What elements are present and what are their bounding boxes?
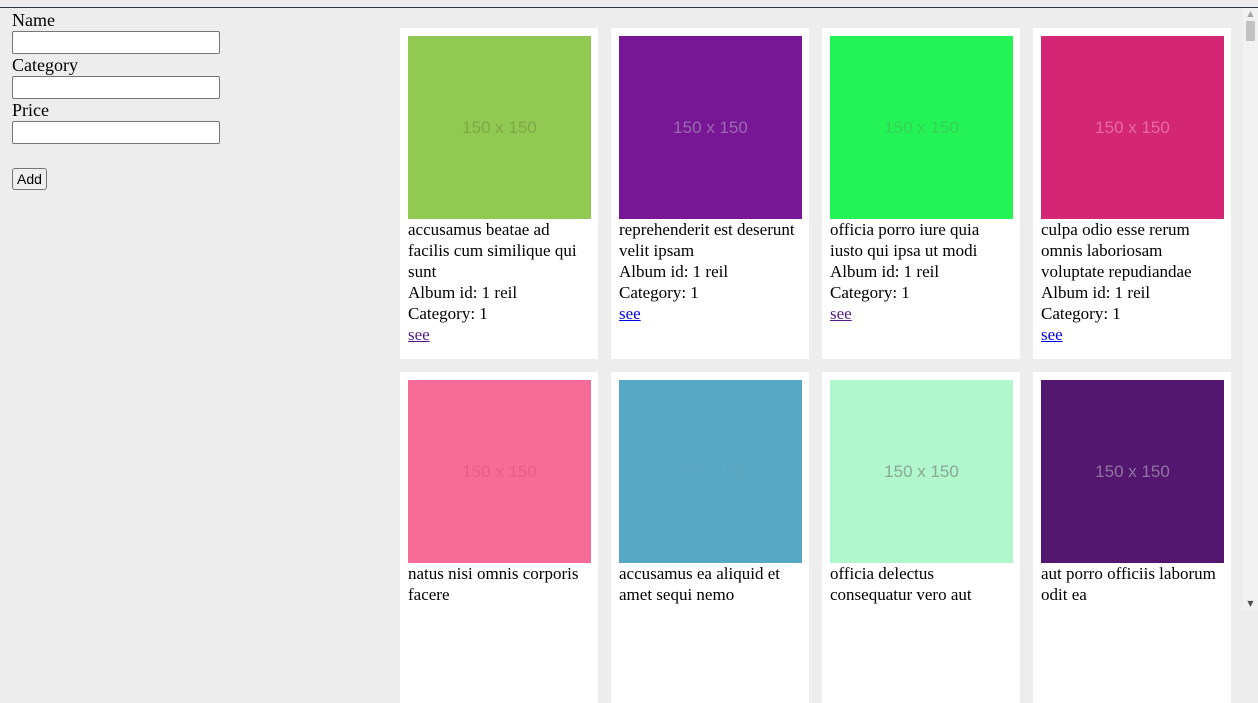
thumbnail-size-label: 150 x 150 <box>884 117 959 137</box>
photo-thumbnail: 150 x 150 <box>619 36 802 219</box>
photo-card: 150 x 150 reprehenderit est deserunt vel… <box>611 28 809 359</box>
photo-title: aut porro officiis laborum odit ea <box>1041 564 1216 604</box>
photo-card: 150 x 150 officia porro iure quia iusto … <box>822 28 1020 359</box>
thumbnail-size-label: 150 x 150 <box>1095 117 1170 137</box>
photo-title: natus nisi omnis corporis facere <box>408 564 579 604</box>
category-label: Category <box>12 55 78 75</box>
photo-card: 150 x 150 culpa odio esse rerum omnis la… <box>1033 28 1231 359</box>
thumbnail-size-label: 150 x 150 <box>1095 461 1170 481</box>
vertical-scrollbar[interactable]: ▲ ▼ <box>1243 8 1258 610</box>
price-label: Price <box>12 100 49 120</box>
see-link[interactable]: see <box>1041 324 1063 345</box>
album-id: Album id: 1 reil <box>1041 283 1151 302</box>
category: Category: 1 <box>408 304 488 323</box>
scroll-thumb[interactable] <box>1246 21 1255 41</box>
category: Category: 1 <box>830 283 910 302</box>
photo-card: 150 x 150 natus nisi omnis corporis face… <box>400 372 598 703</box>
thumbnail-size-label: 150 x 150 <box>673 461 748 481</box>
category: Category: 1 <box>1041 304 1121 323</box>
photo-title: officia porro iure quia iusto qui ipsa u… <box>830 220 980 260</box>
photo-thumbnail: 150 x 150 <box>830 380 1013 563</box>
name-label: Name <box>12 10 55 30</box>
thumbnail-size-label: 150 x 150 <box>884 461 959 481</box>
photo-card: 150 x 150 accusamus ea aliquid et amet s… <box>611 372 809 703</box>
album-id: Album id: 1 reil <box>830 262 940 281</box>
photo-thumbnail: 150 x 150 <box>408 36 591 219</box>
photo-thumbnail: 150 x 150 <box>408 380 591 563</box>
thumbnail-size-label: 150 x 150 <box>673 117 748 137</box>
price-input[interactable] <box>12 121 220 144</box>
category-input[interactable] <box>12 76 220 99</box>
photo-title: accusamus beatae ad facilis cum similiqu… <box>408 220 577 281</box>
add-item-form: Name Category Price Add <box>12 10 222 190</box>
photo-thumbnail: 150 x 150 <box>830 36 1013 219</box>
see-link[interactable]: see <box>830 303 852 324</box>
photo-title: accusamus ea aliquid et amet sequi nemo <box>619 564 780 604</box>
photo-title: reprehenderit est deserunt velit ipsam <box>619 220 795 260</box>
photo-grid: 150 x 150 accusamus beatae ad facilis cu… <box>400 28 1240 703</box>
photo-title: officia delectus consequatur vero aut <box>830 564 972 604</box>
photo-card: 150 x 150 officia delectus consequatur v… <box>822 372 1020 703</box>
see-link[interactable]: see <box>408 324 430 345</box>
scroll-up-arrow-icon[interactable]: ▲ <box>1243 8 1258 20</box>
category: Category: 1 <box>619 283 699 302</box>
photo-card: 150 x 150 accusamus beatae ad facilis cu… <box>400 28 598 359</box>
album-id: Album id: 1 reil <box>408 283 518 302</box>
top-divider <box>0 7 1258 8</box>
thumbnail-size-label: 150 x 150 <box>462 117 537 137</box>
photo-card: 150 x 150 aut porro officiis laborum odi… <box>1033 372 1231 703</box>
see-link[interactable]: see <box>619 303 641 324</box>
album-id: Album id: 1 reil <box>619 262 729 281</box>
name-input[interactable] <box>12 31 220 54</box>
photo-thumbnail: 150 x 150 <box>1041 380 1224 563</box>
thumbnail-size-label: 150 x 150 <box>462 461 537 481</box>
photo-thumbnail: 150 x 150 <box>1041 36 1224 219</box>
photo-title: culpa odio esse rerum omnis laboriosam v… <box>1041 220 1192 281</box>
add-button[interactable]: Add <box>12 168 47 190</box>
photo-thumbnail: 150 x 150 <box>619 380 802 563</box>
scroll-down-arrow-icon[interactable]: ▼ <box>1243 598 1258 610</box>
